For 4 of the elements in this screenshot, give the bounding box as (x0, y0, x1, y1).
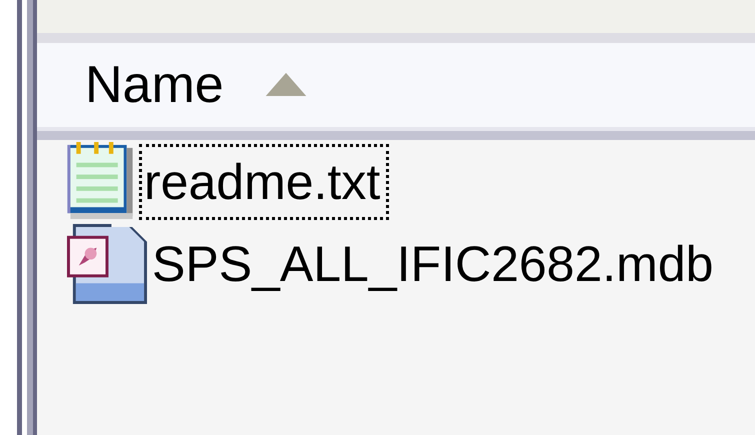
database-file-icon (67, 224, 147, 304)
column-header[interactable]: Name (85, 55, 224, 115)
file-name[interactable]: SPS_ALL_IFIC2682.mdb (147, 226, 722, 302)
file-name[interactable]: readme.txt (139, 144, 390, 220)
